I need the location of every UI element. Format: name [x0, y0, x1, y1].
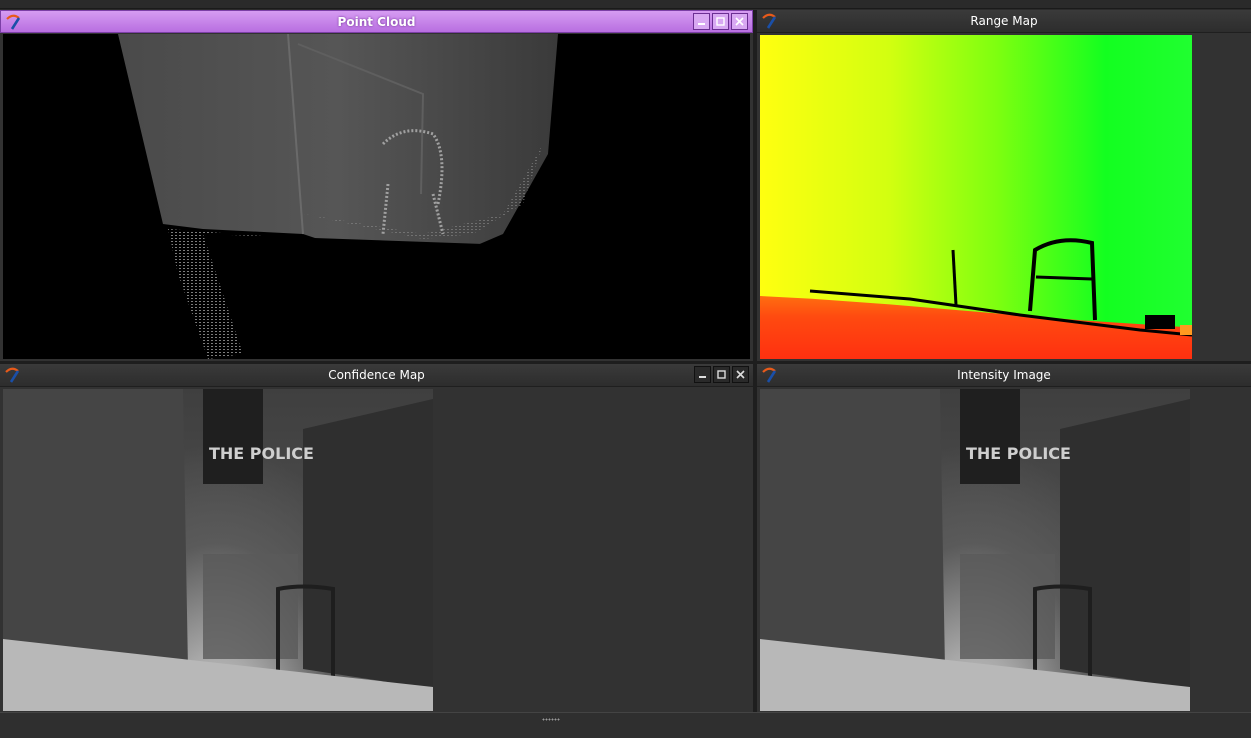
top-strip: [0, 0, 1251, 9]
minimize-icon: [698, 23, 705, 25]
confidence-map-view[interactable]: THE POLICE: [3, 389, 433, 711]
close-button[interactable]: [731, 13, 748, 30]
intensity-image-title: Intensity Image: [957, 368, 1051, 382]
intensity-image-window[interactable]: Intensity Image THE POLICE: [757, 364, 1251, 712]
intensity-image-titlebar[interactable]: Intensity Image: [757, 364, 1251, 387]
range-map-title: Range Map: [970, 14, 1038, 28]
range-map-titlebar[interactable]: Range Map: [757, 10, 1251, 33]
intensity-image-view[interactable]: THE POLICE: [760, 389, 1190, 711]
horizontal-splitter[interactable]: [0, 361, 1251, 364]
intensity-image-scene: THE POLICE: [760, 389, 1190, 711]
poster-text: THE POLICE: [966, 444, 1071, 463]
maximize-icon: [717, 370, 726, 379]
confidence-map-title: Confidence Map: [328, 368, 425, 382]
close-button[interactable]: [732, 366, 749, 383]
point-cloud-view[interactable]: [3, 34, 750, 359]
confidence-map-window[interactable]: Confidence Map THE POLICE: [0, 364, 753, 712]
confidence-map-scene: THE POLICE: [3, 389, 433, 711]
window-controls: [694, 366, 749, 384]
point-cloud-window[interactable]: Point Cloud: [0, 10, 753, 361]
bottom-bar: [0, 712, 1251, 738]
poster-text: THE POLICE: [209, 444, 314, 463]
minimize-icon: [699, 376, 706, 378]
maximize-icon: [716, 17, 725, 26]
close-icon: [736, 370, 745, 379]
point-cloud-render: [118, 34, 558, 359]
window-controls: [693, 13, 748, 31]
confidence-map-titlebar[interactable]: Confidence Map: [0, 364, 753, 387]
maximize-button[interactable]: [712, 13, 729, 30]
desktop: Point Cloud Range Map Confidence Map THE…: [0, 0, 1251, 738]
range-map-view[interactable]: [760, 35, 1192, 359]
point-cloud-titlebar[interactable]: Point Cloud: [0, 10, 753, 33]
range-map-overlay: [809, 238, 1192, 337]
close-icon: [735, 17, 744, 26]
minimize-button[interactable]: [693, 13, 710, 30]
minimize-button[interactable]: [694, 366, 711, 383]
maximize-button[interactable]: [713, 366, 730, 383]
range-map-window[interactable]: Range Map: [757, 10, 1251, 361]
point-cloud-title: Point Cloud: [337, 15, 416, 29]
resize-grip-icon[interactable]: [542, 718, 560, 721]
